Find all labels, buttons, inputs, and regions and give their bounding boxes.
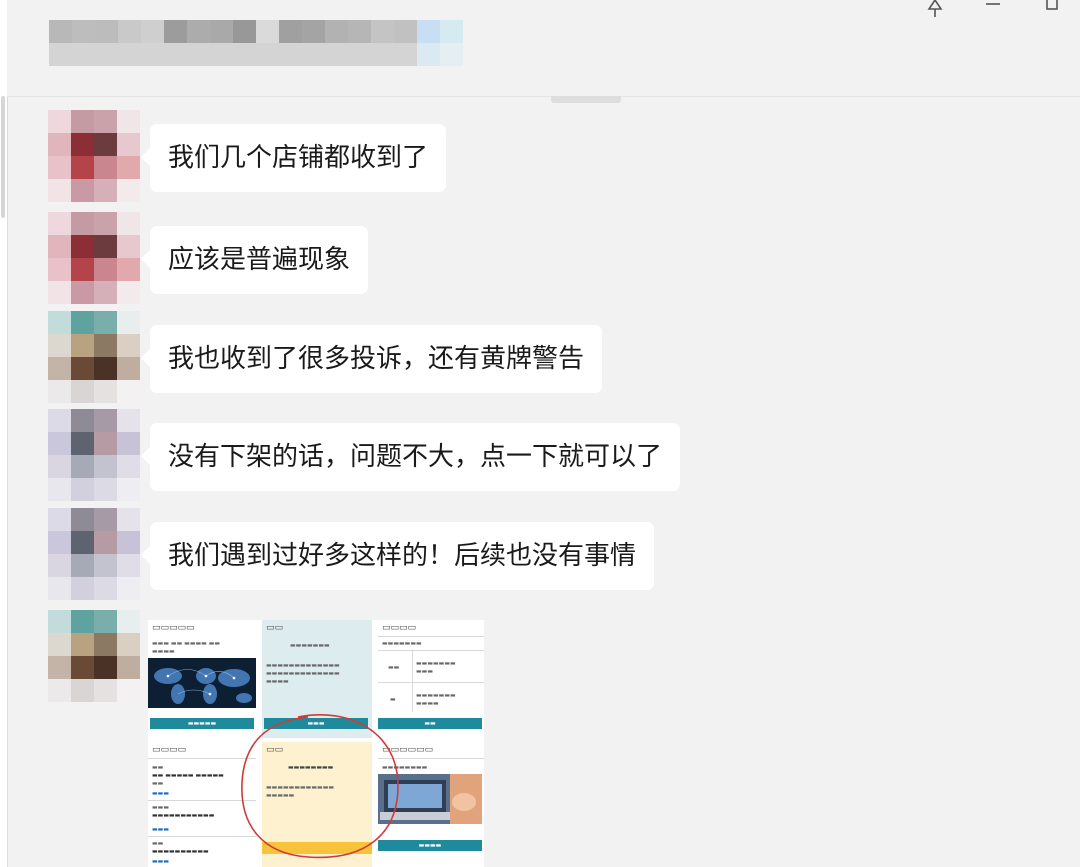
cell-heading: ▭▭▭▭: [152, 745, 187, 755]
avatar[interactable]: [48, 110, 140, 202]
avatar[interactable]: [48, 508, 140, 600]
message-bubble[interactable]: 没有下架的话，问题不大，点一下就可以了: [140, 423, 681, 491]
left-scroll-indicator: [1, 96, 5, 218]
message-bubble[interactable]: 我们遇到过好多这样的！后续也没有事情: [140, 522, 655, 590]
cell-heading: ▭▭▭▭: [382, 623, 417, 633]
chat-window: 我们几个店铺都收到了 应该是普遍现象 我也收到了很多投诉，还有黄牌警告 没有下架…: [0, 0, 1080, 867]
chat-title-pixelated: [49, 20, 463, 66]
avatar[interactable]: [48, 311, 140, 403]
cell-heading: ▭▭: [266, 623, 284, 633]
window-left-edge: [0, 0, 8, 867]
cell-heading: ▭▭▭▭▭: [152, 623, 195, 633]
message-bubble[interactable]: 应该是普遍现象: [140, 226, 369, 294]
minimize-button[interactable]: [964, 0, 1022, 22]
avatar[interactable]: [48, 409, 140, 501]
avatar[interactable]: [48, 212, 140, 304]
message-bubble[interactable]: 我也收到了很多投诉，还有黄牌警告: [140, 325, 603, 393]
message-bubble[interactable]: 我们几个店铺都收到了: [140, 124, 447, 192]
world-map-image: [148, 658, 256, 708]
minimize-icon: [986, 3, 1000, 5]
red-highlight-circle: [241, 713, 399, 859]
pin-icon: [927, 0, 943, 17]
chat-header: [7, 0, 1080, 97]
pin-button[interactable]: [906, 0, 964, 22]
scroll-thumb[interactable]: [551, 96, 621, 103]
maximize-icon: [1046, 0, 1058, 10]
avatar[interactable]: [48, 610, 140, 702]
maximize-button[interactable]: [1022, 0, 1080, 22]
window-controls: [906, 0, 1080, 24]
